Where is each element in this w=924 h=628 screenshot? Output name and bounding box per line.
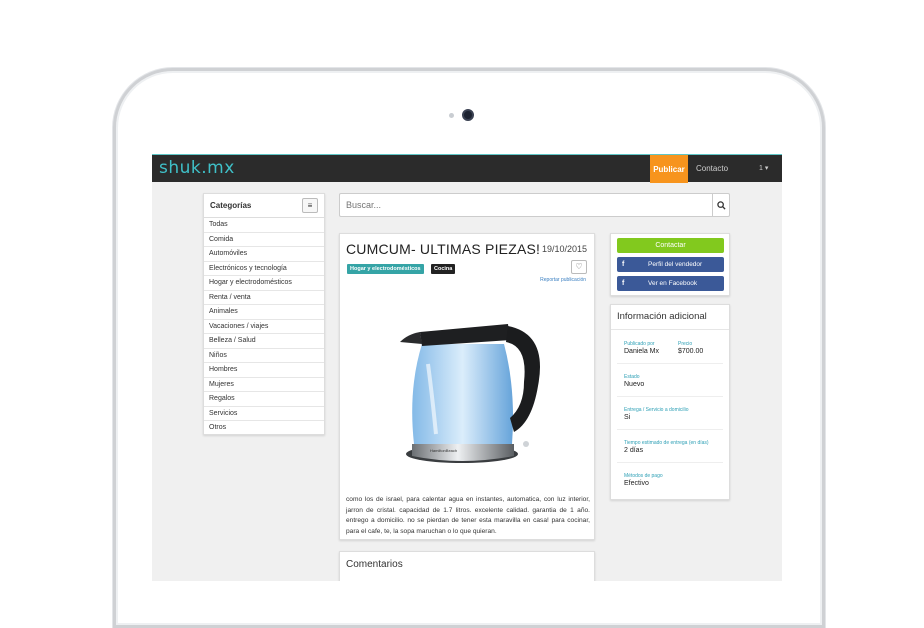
category-item-otros[interactable]: Otros	[204, 421, 324, 436]
sensor-dot	[449, 113, 454, 118]
post-date: 19/10/2015	[541, 244, 587, 254]
info-line	[617, 429, 723, 430]
post-title: CUMCUM- ULTIMAS PIEZAS!	[346, 241, 541, 257]
tag-hogar[interactable]: Hogar y electrodomésticos	[347, 264, 424, 274]
menu-toggle-icon[interactable]: ≡	[302, 198, 318, 213]
view-facebook-button[interactable]: f Ver en Facebook	[617, 276, 724, 291]
category-item-hombres[interactable]: Hombres	[204, 363, 324, 378]
category-item-mujeres[interactable]: Mujeres	[204, 378, 324, 392]
publicar-button[interactable]: Publicar	[650, 155, 688, 183]
info-line	[617, 396, 723, 397]
info-line	[617, 363, 723, 364]
metodos-value: Efectivo	[624, 480, 649, 487]
nav-contacto-link[interactable]: Contacto	[696, 155, 728, 183]
category-item-belleza[interactable]: Belleza / Salud	[204, 334, 324, 349]
precio-label: Precio	[678, 341, 693, 347]
post-description: como los de israel, para calentar agua e…	[346, 496, 590, 535]
product-image[interactable]: HamiltonBeach	[348, 294, 588, 490]
publicado-label: Publicado por	[624, 341, 655, 347]
metodos-label: Métodos de pago	[624, 473, 663, 479]
search-icon[interactable]	[712, 194, 729, 216]
entrega-value: Si	[624, 414, 631, 421]
info-line	[617, 462, 723, 463]
categories-panel: Categorías ≡ Todas Comida Automóviles El…	[203, 193, 325, 435]
category-item-todas[interactable]: Todas	[204, 218, 324, 233]
tiempo-value: 2 días	[624, 447, 644, 454]
search-bar	[339, 193, 730, 217]
post-panel: CUMCUM- ULTIMAS PIEZAS! 19/10/2015 Hogar…	[339, 233, 595, 540]
category-item-regalos[interactable]: Regalos	[204, 392, 324, 407]
estado-value: Nuevo	[624, 381, 645, 388]
categories-header: Categorías ≡	[204, 194, 324, 218]
info-divider	[611, 329, 729, 330]
heart-icon[interactable]: ♡	[571, 260, 587, 274]
info-title: Información adicional	[617, 311, 707, 322]
svg-text:HamiltonBeach: HamiltonBeach	[430, 448, 457, 453]
report-link[interactable]: Reportar publicación	[540, 277, 586, 283]
seller-profile-label: Perfil del vendedor	[648, 261, 703, 268]
category-item-servicios[interactable]: Servicios	[204, 407, 324, 421]
search-input[interactable]	[340, 194, 713, 216]
category-item-electronicos[interactable]: Electrónicos y tecnología	[204, 262, 324, 276]
comments-panel: Comentarios	[339, 551, 595, 581]
camera-icon	[462, 109, 474, 121]
seller-profile-button[interactable]: f Perfil del vendedor	[617, 257, 724, 272]
estado-label: Estado	[624, 374, 640, 380]
actions-panel: Contactar f Perfil del vendedor f Ver en…	[610, 233, 730, 296]
entrega-label: Entrega / Servicio a domicilio	[624, 407, 689, 413]
category-item-comida[interactable]: Comida	[204, 233, 324, 247]
info-panel: Información adicional Publicado por Dani…	[610, 304, 730, 500]
view-facebook-label: Ver en Facebook	[648, 280, 698, 287]
category-item-animales[interactable]: Animales	[204, 305, 324, 320]
screen: shuk.mx Publicar Contacto 1 ▾ Categorías…	[152, 154, 782, 581]
category-item-ninos[interactable]: Niños	[204, 349, 324, 363]
category-item-hogar[interactable]: Hogar y electrodomésticos	[204, 276, 324, 291]
facebook-icon: f	[622, 280, 625, 287]
publicado-value: Daniela Mx	[624, 348, 660, 355]
category-item-renta[interactable]: Renta / venta	[204, 291, 324, 305]
facebook-icon: f	[622, 261, 625, 268]
precio-value: $700.00	[678, 348, 704, 355]
category-item-automoviles[interactable]: Automóviles	[204, 247, 324, 262]
navbar: shuk.mx Publicar Contacto 1 ▾	[152, 154, 782, 183]
site-logo[interactable]: shuk.mx	[159, 158, 235, 178]
contactar-button[interactable]: Contactar	[617, 238, 724, 253]
tag-cocina[interactable]: Cocina	[431, 264, 456, 274]
category-item-vacaciones[interactable]: Vacaciones / viajes	[204, 320, 324, 334]
tiempo-label: Tiempo estimado de entrega (en días)	[624, 440, 709, 446]
user-menu-dropdown[interactable]: 1 ▾	[759, 155, 768, 183]
categories-title: Categorías	[210, 201, 252, 210]
comments-title: Comentarios	[346, 559, 403, 570]
